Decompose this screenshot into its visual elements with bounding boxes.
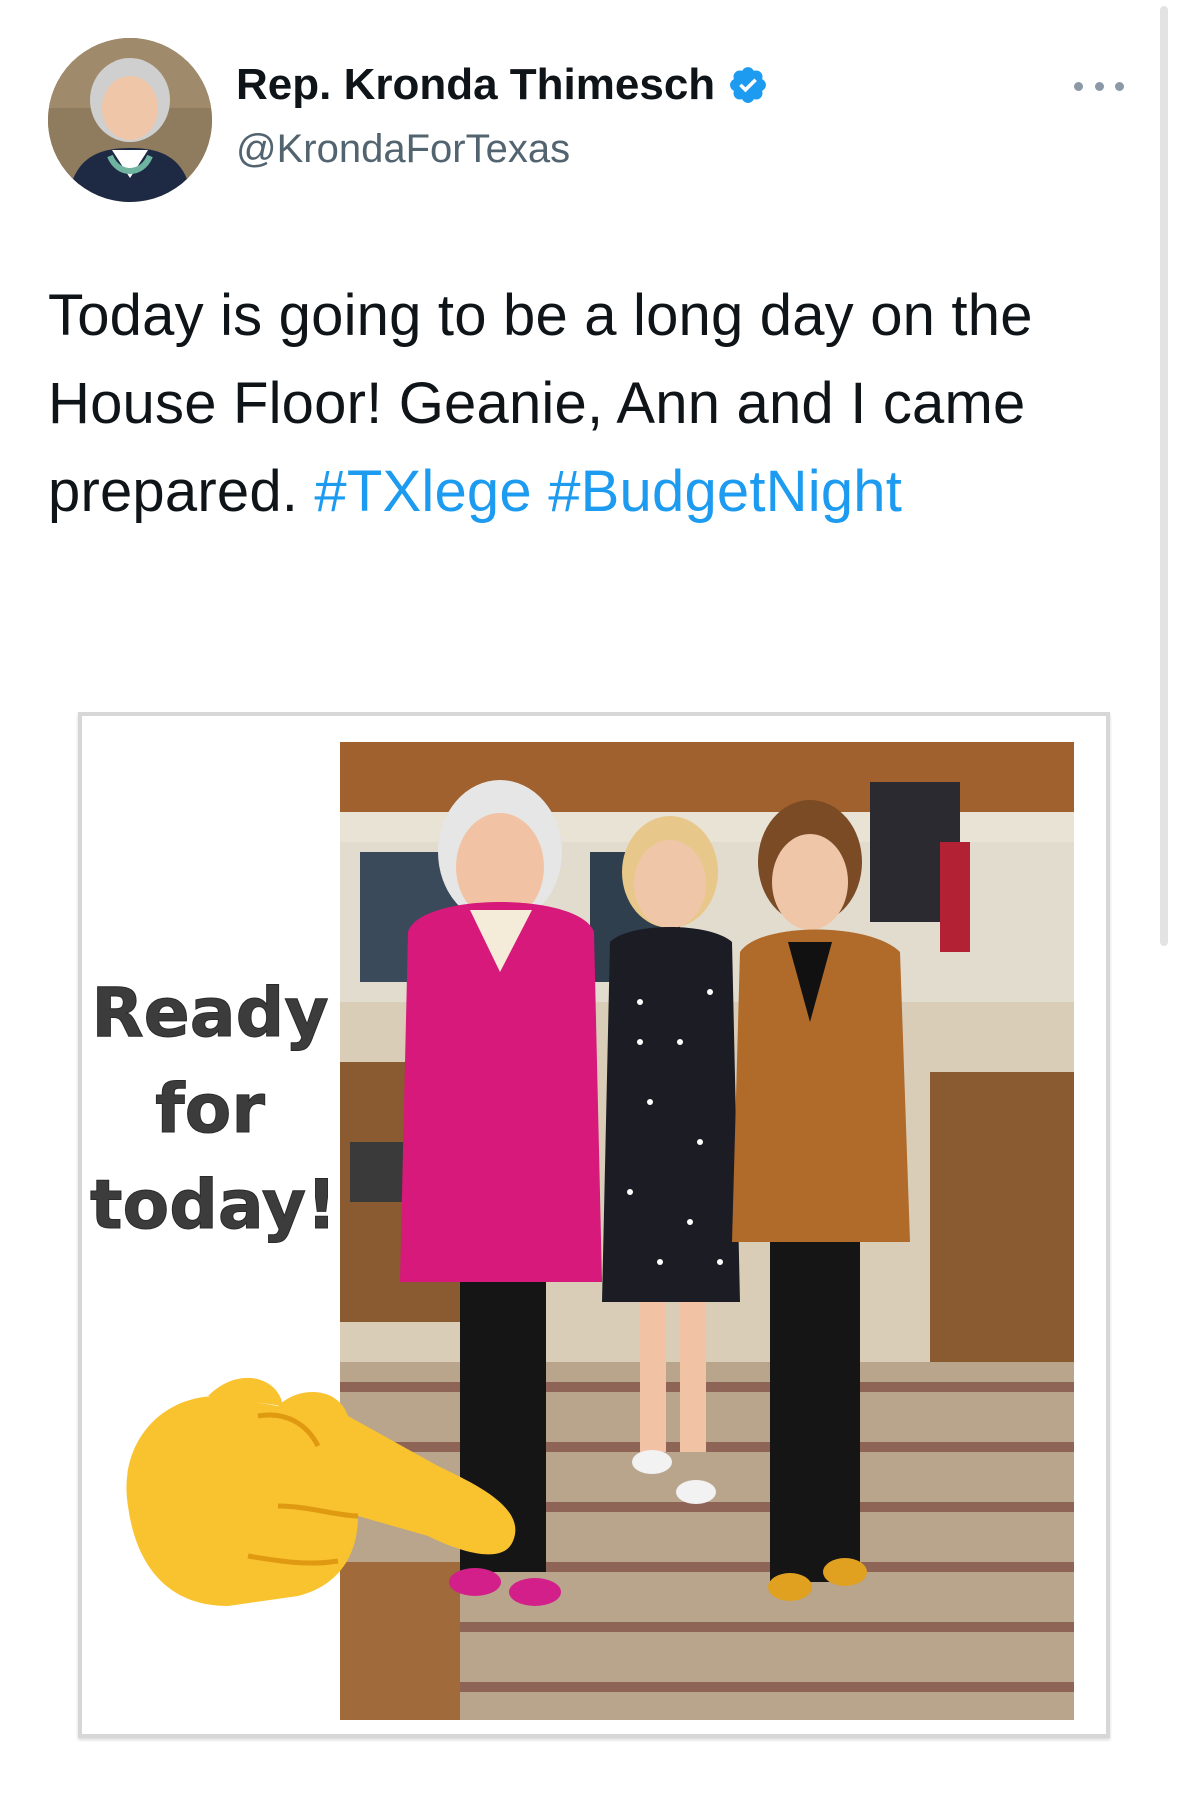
display-name-text: Rep. Kronda Thimesch	[236, 60, 716, 109]
media-caption: Ready for today!	[90, 966, 338, 1254]
backhand-index-pointing-right-icon	[126, 1377, 516, 1606]
scrollbar[interactable]	[1160, 6, 1168, 946]
caption-line: for	[155, 1070, 266, 1150]
author-display-name[interactable]: Rep. Kronda Thimesch	[236, 60, 769, 110]
caption-line: today!	[90, 1166, 338, 1246]
hashtag-link[interactable]: #BudgetNight	[548, 459, 902, 524]
ellipsis-icon	[1074, 81, 1083, 91]
author-handle[interactable]: @KrondaForTexas	[236, 127, 570, 172]
avatar-photo	[48, 38, 212, 202]
caption-line: Ready	[91, 974, 329, 1054]
tweet-media[interactable]: Ready for today!	[78, 712, 1110, 1738]
ellipsis-icon	[1094, 81, 1104, 91]
tweet-text: Today is going to be a long day on the H…	[48, 272, 1128, 536]
ellipsis-icon	[1115, 81, 1124, 91]
more-options-button[interactable]	[1074, 66, 1124, 106]
hashtag-link[interactable]: #TXlege	[314, 459, 531, 524]
author-avatar[interactable]	[48, 38, 212, 202]
verified-badge-icon	[730, 67, 767, 103]
